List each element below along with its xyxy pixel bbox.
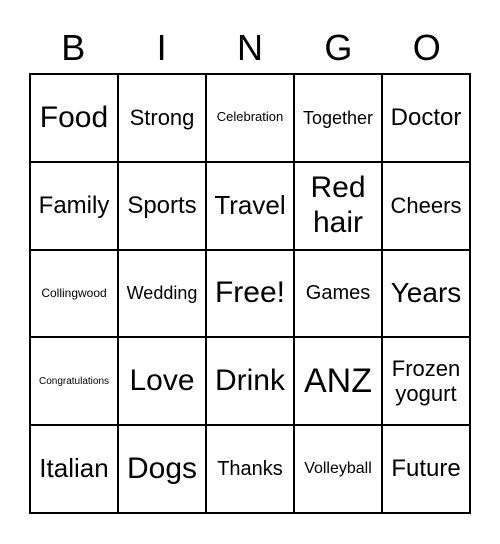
header-letter-n: N — [236, 27, 263, 68]
header-letter-g: G — [324, 27, 353, 68]
bingo-cell[interactable]: Collingwood — [30, 249, 118, 338]
bingo-cell[interactable]: Strong — [118, 74, 206, 162]
bingo-cell[interactable]: Volleyball — [294, 425, 382, 513]
header-letter-o: O — [412, 27, 441, 68]
bingo-cell[interactable]: Sports — [118, 161, 206, 250]
bingo-cell[interactable]: Celebration — [206, 74, 294, 162]
bingo-cell[interactable]: Love — [118, 337, 206, 426]
bingo-cell[interactable]: Doctor — [382, 74, 470, 162]
bingo-cell[interactable]: Food — [30, 74, 118, 162]
bingo-cell[interactable]: Frozen yogurt — [382, 337, 470, 426]
header-letter-b: B — [61, 27, 86, 68]
bingo-cell[interactable]: ANZ — [294, 337, 382, 426]
bingo-grid: Food Strong Celebration Together Doctor … — [29, 73, 471, 514]
bingo-cell[interactable]: Travel — [206, 161, 294, 250]
header-letter-i: I — [156, 27, 167, 68]
bingo-cell[interactable]: Dogs — [118, 425, 206, 513]
bingo-cell[interactable]: Drink — [206, 337, 294, 426]
free-space-cell[interactable]: Free! — [206, 249, 294, 338]
bingo-cell[interactable]: Future — [382, 425, 470, 513]
bingo-cell[interactable]: Thanks — [206, 425, 294, 513]
bingo-cell[interactable]: Together — [294, 74, 382, 162]
bingo-cell[interactable]: Years — [382, 249, 470, 338]
bingo-cell[interactable]: Congratulations — [30, 337, 118, 426]
bingo-cell[interactable]: Italian — [30, 425, 118, 513]
bingo-cell[interactable]: Wedding — [118, 249, 206, 338]
bingo-cell[interactable]: Cheers — [382, 161, 470, 250]
bingo-cell[interactable]: Family — [30, 161, 118, 250]
bingo-header: B I N G O — [29, 24, 471, 72]
bingo-cell[interactable]: Games — [294, 249, 382, 338]
bingo-cell[interactable]: Red hair — [294, 161, 382, 250]
